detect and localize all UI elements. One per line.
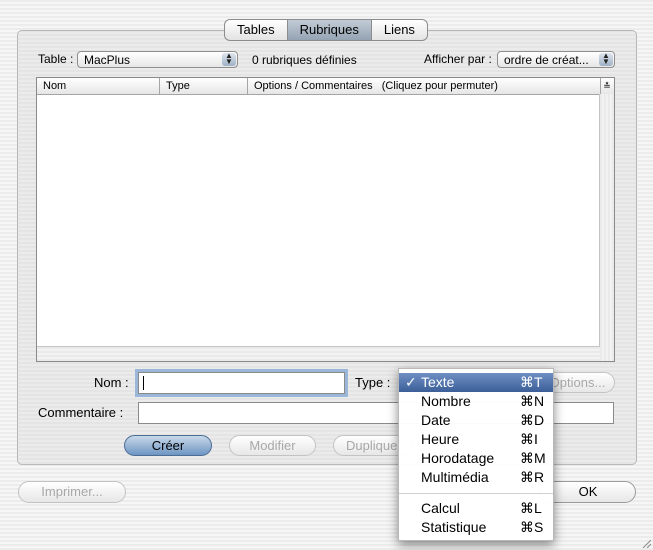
menu-item-shortcut: ⌘T xyxy=(520,374,543,390)
tab-bar: Tables Rubriques Liens xyxy=(224,19,428,41)
type-popup-menu: ✓ Texte ⌘T Nombre ⌘N Date ⌘D Heure ⌘I Ho… xyxy=(398,368,554,541)
table-popup-value: MacPlus xyxy=(84,53,131,67)
table-popup[interactable]: MacPlus ▲ ▼ xyxy=(77,51,238,68)
menu-item-texte[interactable]: ✓ Texte ⌘T xyxy=(399,373,553,392)
menu-item-statistique[interactable]: Statistique ⌘S xyxy=(399,518,553,537)
menu-item-label: Heure xyxy=(421,431,460,447)
vertical-scrollbar[interactable] xyxy=(599,94,614,361)
menu-item-shortcut: ⌘L xyxy=(520,500,542,516)
menu-item-shortcut: ⌘I xyxy=(520,431,538,447)
type-label: Type : xyxy=(355,375,391,390)
menu-item-heure[interactable]: Heure ⌘I xyxy=(399,430,553,449)
ok-button[interactable]: OK xyxy=(540,481,636,503)
menu-item-shortcut: ⌘M xyxy=(520,450,546,466)
menu-item-label: Horodatage xyxy=(421,450,495,466)
menu-item-label: Multimédia xyxy=(421,469,489,485)
menu-item-shortcut: ⌘D xyxy=(520,412,545,428)
menu-item-label: Date xyxy=(421,412,451,428)
field-count-text: 0 rubriques définies xyxy=(252,53,357,67)
menu-item-shortcut: ⌘R xyxy=(520,469,545,485)
table-label: Table : xyxy=(38,52,74,66)
menu-item-shortcut: ⌘S xyxy=(520,519,544,535)
menu-item-date[interactable]: Date ⌘D xyxy=(399,411,553,430)
modify-button[interactable]: Modifier xyxy=(229,435,316,456)
menu-item-multimedia[interactable]: Multimédia ⌘R xyxy=(399,468,553,487)
name-input[interactable] xyxy=(138,372,345,394)
up-down-arrows-icon: ▲ ▼ xyxy=(599,52,613,66)
column-header-nom[interactable]: Nom xyxy=(37,78,160,94)
sort-popup-value: ordre de créat... xyxy=(504,53,589,67)
menu-item-label: Texte xyxy=(421,374,455,390)
tab-liens[interactable]: Liens xyxy=(372,20,427,40)
print-button[interactable]: Imprimer... xyxy=(18,481,126,503)
resize-grip-icon[interactable] xyxy=(641,538,651,548)
sort-popup[interactable]: ordre de créat... ▲ ▼ xyxy=(497,51,615,68)
menu-item-calcul[interactable]: Calcul ⌘L xyxy=(399,499,553,518)
menu-item-label: Calcul xyxy=(421,500,460,516)
create-button[interactable]: Créer xyxy=(124,435,212,456)
menu-item-label: Statistique xyxy=(421,519,487,535)
checkmark-icon: ✓ xyxy=(405,374,417,390)
fields-table[interactable]: Nom Type Options / Commentaires (Cliquez… xyxy=(36,77,615,362)
text-caret xyxy=(143,376,144,390)
column-header-options[interactable]: Options / Commentaires (Cliquez pour per… xyxy=(248,78,601,94)
tab-rubriques[interactable]: Rubriques xyxy=(287,20,372,40)
name-label: Nom : xyxy=(94,375,129,390)
up-down-arrows-icon: ▲ ▼ xyxy=(222,52,236,66)
horizontal-scrollbar[interactable] xyxy=(37,346,600,361)
comment-label: Commentaire : xyxy=(38,405,124,420)
sort-order-icon[interactable]: ≛ xyxy=(600,78,614,94)
menu-item-nombre[interactable]: Nombre ⌘N xyxy=(399,392,553,411)
menu-item-label: Nombre xyxy=(421,393,471,409)
menu-separator xyxy=(399,493,553,494)
sort-label: Afficher par : xyxy=(424,52,492,66)
table-header: Nom Type Options / Commentaires (Cliquez… xyxy=(37,78,614,95)
menu-item-shortcut: ⌘N xyxy=(520,393,545,409)
column-header-type[interactable]: Type xyxy=(160,78,248,94)
tab-tables[interactable]: Tables xyxy=(225,20,288,40)
menu-item-horodatage[interactable]: Horodatage ⌘M xyxy=(399,449,553,468)
